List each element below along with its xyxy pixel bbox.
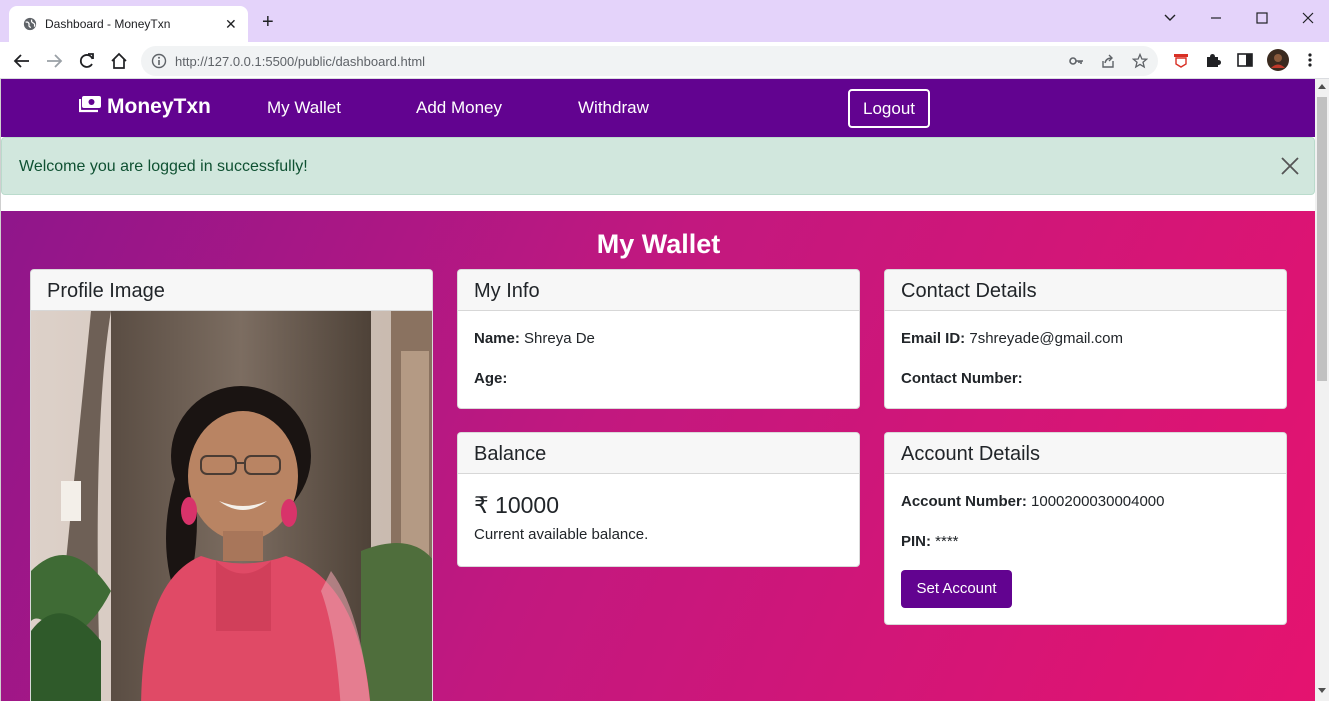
brand-name: MoneyTxn — [107, 95, 211, 118]
alert-message: Welcome you are logged in successfully! — [19, 158, 308, 175]
share-icon[interactable] — [1100, 53, 1116, 69]
scrollbar-thumb[interactable] — [1317, 97, 1327, 381]
forward-arrow-icon[interactable] — [44, 51, 64, 71]
site-navbar: MoneyTxn My Wallet Add Money Withdraw Lo… — [1, 79, 1315, 137]
wallet-icon — [79, 96, 101, 113]
profile-photo — [31, 311, 432, 701]
close-icon[interactable] — [1280, 156, 1300, 176]
account-details-card: Account Details Account Number: 10002000… — [884, 432, 1287, 625]
globe-icon — [23, 17, 37, 31]
browser-tab-bar: Dashboard - MoneyTxn ✕ + — [0, 0, 1329, 42]
pin-label: PIN: — [901, 533, 931, 550]
bookmark-star-icon[interactable] — [1132, 53, 1148, 69]
account-number-label: Account Number: — [901, 493, 1027, 510]
success-alert: Welcome you are logged in successfully! — [1, 137, 1315, 195]
page-viewport: MoneyTxn My Wallet Add Money Withdraw Lo… — [0, 79, 1315, 701]
scroll-up-arrow-icon[interactable] — [1318, 84, 1326, 89]
balance-subtitle: Current available balance. — [474, 526, 649, 543]
card-header: My Info — [458, 270, 859, 311]
email-value: 7shreyade@gmail.com — [969, 330, 1123, 347]
profile-image-card: Profile Image — [30, 269, 433, 701]
address-bar[interactable]: http://127.0.0.1:5500/public/dashboard.h… — [141, 46, 1158, 76]
contact-number-row: Contact Number: — [901, 367, 1270, 407]
profile-avatar-icon[interactable] — [1267, 49, 1289, 71]
balance-card: Balance ₹ 10000 Current available balanc… — [457, 432, 860, 567]
site-info-icon[interactable] — [151, 53, 167, 69]
nav-my-wallet[interactable]: My Wallet — [267, 98, 341, 118]
brand-logo[interactable]: MoneyTxn — [79, 95, 211, 119]
pin-row: PIN: **** — [901, 530, 1270, 570]
card-header: Balance — [458, 433, 859, 474]
name-label: Name: — [474, 330, 520, 347]
contact-number-label: Contact Number: — [901, 370, 1023, 387]
logout-button[interactable]: Logout — [848, 89, 930, 128]
name-row: Name: Shreya De — [474, 327, 843, 367]
age-label: Age: — [474, 370, 508, 387]
key-icon[interactable] — [1068, 53, 1084, 69]
home-icon[interactable] — [109, 51, 129, 71]
pin-value: **** — [935, 533, 959, 550]
card-header: Account Details — [885, 433, 1286, 474]
browser-tab[interactable]: Dashboard - MoneyTxn ✕ — [9, 6, 248, 42]
maximize-icon[interactable] — [1252, 8, 1272, 28]
scroll-down-arrow-icon[interactable] — [1318, 688, 1326, 693]
nav-add-money[interactable]: Add Money — [416, 98, 502, 118]
wallet-section: My Wallet Profile Image My Info Name: Sh… — [1, 211, 1315, 701]
reload-icon[interactable] — [77, 51, 97, 71]
url-text[interactable]: http://127.0.0.1:5500/public/dashboard.h… — [175, 54, 425, 69]
tab-close-icon[interactable]: ✕ — [225, 15, 237, 33]
puzzle-extensions-icon[interactable] — [1204, 51, 1222, 69]
back-arrow-icon[interactable] — [12, 51, 32, 71]
balance-amount: ₹ 10000 — [474, 492, 559, 518]
set-account-button[interactable]: Set Account — [901, 570, 1012, 608]
profile-photo-illustration — [31, 311, 432, 701]
contact-details-card: Contact Details Email ID: 7shreyade@gmai… — [884, 269, 1287, 409]
side-panel-icon[interactable] — [1236, 51, 1254, 69]
new-tab-icon[interactable]: + — [262, 12, 274, 32]
email-label: Email ID: — [901, 330, 966, 347]
age-row: Age: — [474, 367, 843, 407]
account-number-row: Account Number: 1000200030004000 — [901, 490, 1270, 530]
name-value: Shreya De — [524, 330, 595, 347]
my-info-card: My Info Name: Shreya De Age: — [457, 269, 860, 409]
email-row: Email ID: 7shreyade@gmail.com — [901, 327, 1270, 367]
nav-withdraw[interactable]: Withdraw — [578, 98, 649, 118]
page-scrollbar[interactable] — [1315, 79, 1329, 701]
card-header: Contact Details — [885, 270, 1286, 311]
close-window-icon[interactable] — [1298, 8, 1318, 28]
browser-toolbar: http://127.0.0.1:5500/public/dashboard.h… — [0, 42, 1329, 79]
page-title: My Wallet — [596, 229, 721, 259]
extension-shield-icon[interactable] — [1172, 51, 1190, 69]
minimize-icon[interactable] — [1206, 8, 1226, 28]
card-header: Profile Image — [31, 270, 432, 311]
tab-title: Dashboard - MoneyTxn — [45, 17, 171, 31]
browser-menu-icon[interactable] — [1301, 51, 1319, 69]
tab-search-icon[interactable] — [1160, 8, 1180, 28]
account-number-value: 1000200030004000 — [1031, 493, 1165, 510]
